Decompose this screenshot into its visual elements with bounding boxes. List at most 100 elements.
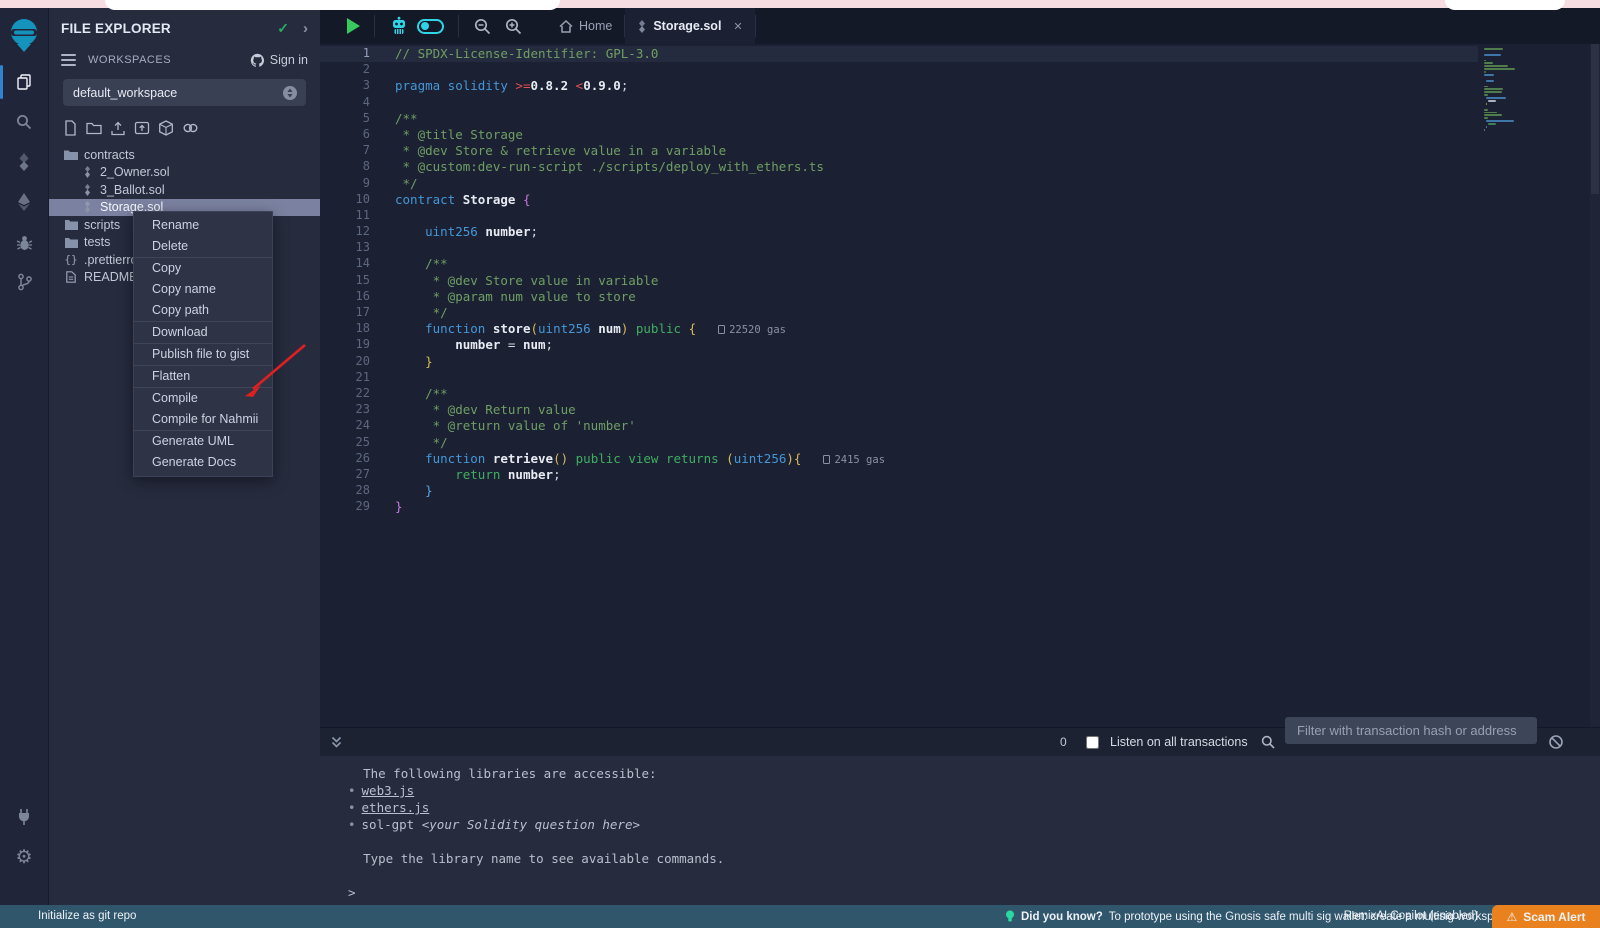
menu-item-download[interactable]: Download xyxy=(134,322,272,343)
warning-icon: ⚠ xyxy=(1506,910,1517,924)
init-git-repo-button[interactable]: Initialize as git repo xyxy=(38,910,136,922)
run-script-button[interactable] xyxy=(347,18,360,34)
chevron-right-icon[interactable]: › xyxy=(303,20,308,37)
code-line-15[interactable]: * @dev Store value in variable xyxy=(320,273,1478,289)
code-line-14[interactable]: /** xyxy=(320,256,1478,272)
menu-item-flatten[interactable]: Flatten xyxy=(134,366,272,387)
menu-item-compile[interactable]: Compile xyxy=(134,388,272,409)
git-branch-icon xyxy=(16,273,33,291)
menu-item-copy[interactable]: Copy xyxy=(134,258,272,279)
code-line-4[interactable] xyxy=(320,95,1478,111)
menu-item-generate-uml[interactable]: Generate UML xyxy=(134,431,272,452)
menu-item-copy-path[interactable]: Copy path xyxy=(134,300,272,321)
copilot-toggle[interactable] xyxy=(417,19,444,34)
code-content[interactable]: // SPDX-License-Identifier: GPL-3.0 pragm… xyxy=(320,46,1478,515)
gas-estimate: 22520 gas xyxy=(718,324,786,336)
tree-item-contracts[interactable]: contracts xyxy=(49,146,320,164)
ai-copilot-robot-icon[interactable] xyxy=(389,16,409,36)
tab-home[interactable]: Home xyxy=(547,8,624,44)
code-line-24[interactable]: * @return value of 'number' xyxy=(320,418,1478,434)
transaction-filter-input[interactable] xyxy=(1285,717,1537,744)
menu-item-rename[interactable]: Rename xyxy=(134,215,272,236)
code-line-7[interactable]: * @dev Store & retrieve value in a varia… xyxy=(320,143,1478,159)
code-editor[interactable]: 1234567891011121314151617181920212223242… xyxy=(320,44,1600,727)
sidebar-item-deploy-run[interactable] xyxy=(0,182,48,222)
browser-tab-shape xyxy=(105,0,560,10)
github-icon xyxy=(250,53,265,68)
zoom-out-icon[interactable] xyxy=(473,17,492,36)
new-file-icon[interactable] xyxy=(63,120,78,136)
code-line-11[interactable] xyxy=(320,208,1478,224)
listen-all-transactions-checkbox[interactable] xyxy=(1086,736,1099,749)
terminal-link[interactable]: web3.js xyxy=(362,783,415,798)
upload-file-icon[interactable] xyxy=(110,120,126,136)
sidebar-item-debugger[interactable] xyxy=(0,222,48,262)
code-line-1[interactable]: // SPDX-License-Identifier: GPL-3.0 xyxy=(320,46,1478,62)
sidebar-item-search[interactable] xyxy=(0,102,48,142)
scam-alert-button[interactable]: ⚠ Scam Alert xyxy=(1492,905,1600,928)
code-line-21[interactable] xyxy=(320,370,1478,386)
sidebar-item-settings[interactable]: ⚙ xyxy=(0,837,48,877)
copilot-status[interactable]: RemixAI Copilot (enabled) xyxy=(1344,910,1478,922)
link-icon[interactable] xyxy=(182,120,199,136)
context-menu: RenameDeleteCopyCopy nameCopy pathDownlo… xyxy=(133,211,273,477)
code-line-27[interactable]: return number; xyxy=(320,467,1478,483)
clear-console-icon[interactable] xyxy=(1548,734,1564,750)
close-tab-icon[interactable]: ✕ xyxy=(733,20,742,33)
code-line-23[interactable]: * @dev Return value xyxy=(320,402,1478,418)
code-line-13[interactable] xyxy=(320,240,1478,256)
terminal-search-icon[interactable] xyxy=(1260,734,1276,750)
listen-all-transactions-label: Listen on all transactions xyxy=(1110,735,1248,749)
code-line-2[interactable] xyxy=(320,62,1478,78)
tree-item-label: 3_Ballot.sol xyxy=(100,183,165,197)
code-line-26[interactable]: function retrieve() public view returns … xyxy=(320,451,1478,467)
home-icon xyxy=(559,20,573,33)
code-line-20[interactable]: } xyxy=(320,354,1478,370)
sidebar-item-file-explorer[interactable] xyxy=(0,62,48,102)
hamburger-menu-icon[interactable] xyxy=(61,51,76,69)
zoom-in-icon[interactable] xyxy=(504,17,523,36)
sidebar-item-plugin-manager[interactable] xyxy=(0,797,48,837)
terminal-header: 0 Listen on all transactions xyxy=(320,727,1600,756)
deploy-run-icon xyxy=(16,193,32,211)
new-folder-icon[interactable] xyxy=(86,120,102,136)
code-line-25[interactable]: */ xyxy=(320,435,1478,451)
tab-storage-sol[interactable]: Storage.sol ✕ xyxy=(625,8,754,44)
menu-item-copy-name[interactable]: Copy name xyxy=(134,279,272,300)
terminal-collapse-icon[interactable] xyxy=(330,736,343,749)
upload-folder-icon[interactable] xyxy=(134,120,150,136)
braces-icon: {} xyxy=(63,253,79,266)
code-line-16[interactable]: * @param num value to store xyxy=(320,289,1478,305)
menu-item-delete[interactable]: Delete xyxy=(134,236,272,257)
gas-pump-icon xyxy=(718,325,725,334)
menu-item-compile-for-nahmii[interactable]: Compile for Nahmii xyxy=(134,409,272,430)
minimap[interactable] xyxy=(1478,48,1548,132)
code-line-19[interactable]: number = num; xyxy=(320,337,1478,353)
code-line-28[interactable]: } xyxy=(320,483,1478,499)
workspace-select[interactable]: default_workspace xyxy=(63,79,306,106)
cube-icon[interactable] xyxy=(158,120,174,136)
terminal-link[interactable]: ethers.js xyxy=(362,800,430,815)
code-line-18[interactable]: function store(uint256 num) public {2252… xyxy=(320,321,1478,337)
code-line-5[interactable]: /** xyxy=(320,111,1478,127)
code-line-12[interactable]: uint256 number; xyxy=(320,224,1478,240)
code-line-6[interactable]: * @title Storage xyxy=(320,127,1478,143)
folder-icon xyxy=(63,237,79,248)
code-line-3[interactable]: pragma solidity >=0.8.2 <0.9.0; xyxy=(320,78,1478,94)
code-line-17[interactable]: */ xyxy=(320,305,1478,321)
menu-item-publish-file-to-gist[interactable]: Publish file to gist xyxy=(134,344,272,365)
terminal-output[interactable]: The following libraries are accessible:•… xyxy=(320,756,1600,905)
menu-item-generate-docs[interactable]: Generate Docs xyxy=(134,452,272,473)
code-line-22[interactable]: /** xyxy=(320,386,1478,402)
sidebar-item-solidity-compiler[interactable] xyxy=(0,142,48,182)
tree-item-3-ballot-sol[interactable]: 3_Ballot.sol xyxy=(49,181,320,199)
code-line-10[interactable]: contract Storage { xyxy=(320,192,1478,208)
sign-in-button[interactable]: Sign in xyxy=(250,53,308,68)
folder-icon xyxy=(63,219,79,230)
sidebar-item-git[interactable] xyxy=(0,262,48,302)
tree-item-2-owner-sol[interactable]: 2_Owner.sol xyxy=(49,164,320,182)
code-line-29[interactable]: } xyxy=(320,499,1478,515)
editor-scrollbar[interactable] xyxy=(1590,44,1600,727)
code-line-8[interactable]: * @custom:dev-run-script ./scripts/deplo… xyxy=(320,159,1478,175)
code-line-9[interactable]: */ xyxy=(320,176,1478,192)
